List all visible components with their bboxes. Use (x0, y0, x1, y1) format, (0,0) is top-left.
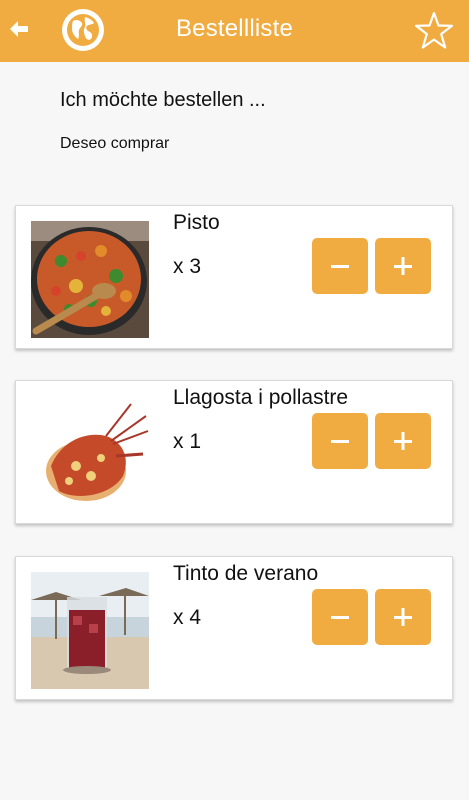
dish-image (31, 396, 149, 513)
star-outline-icon (414, 11, 454, 49)
quantity-label: x 1 (173, 430, 202, 453)
dish-image (31, 221, 149, 338)
top-app-bar: Bestellliste (0, 0, 469, 62)
dish-name: Tinto de verano (173, 562, 319, 585)
page-title: Bestellliste (175, 15, 294, 42)
minus-icon (331, 265, 349, 268)
decrease-quantity-button[interactable] (312, 238, 368, 294)
favorite-button[interactable] (413, 10, 455, 52)
plus-icon (394, 432, 412, 450)
intro-heading: Ich möchte bestellen ... (60, 89, 266, 111)
decrease-quantity-button[interactable] (312, 413, 368, 469)
intro-translation: Deseo comprar (60, 135, 170, 152)
minus-icon (331, 440, 349, 443)
dish-name: Pisto (173, 211, 220, 234)
order-item-card: Tinto de verano x 4 (15, 556, 453, 700)
quantity-label: x 4 (173, 606, 202, 629)
increase-quantity-button[interactable] (375, 589, 431, 645)
decrease-quantity-button[interactable] (312, 589, 368, 645)
increase-quantity-button[interactable] (375, 238, 431, 294)
dish-name: Llagosta i pollastre (173, 386, 349, 409)
increase-quantity-button[interactable] (375, 413, 431, 469)
quantity-label: x 3 (173, 255, 202, 278)
drink-image (31, 572, 149, 689)
order-item-card: Llagosta i pollastre x 1 (15, 380, 453, 524)
order-item-card: Pisto x 3 (15, 205, 453, 349)
plus-icon (394, 257, 412, 275)
minus-icon (331, 616, 349, 619)
plus-icon (394, 608, 412, 626)
